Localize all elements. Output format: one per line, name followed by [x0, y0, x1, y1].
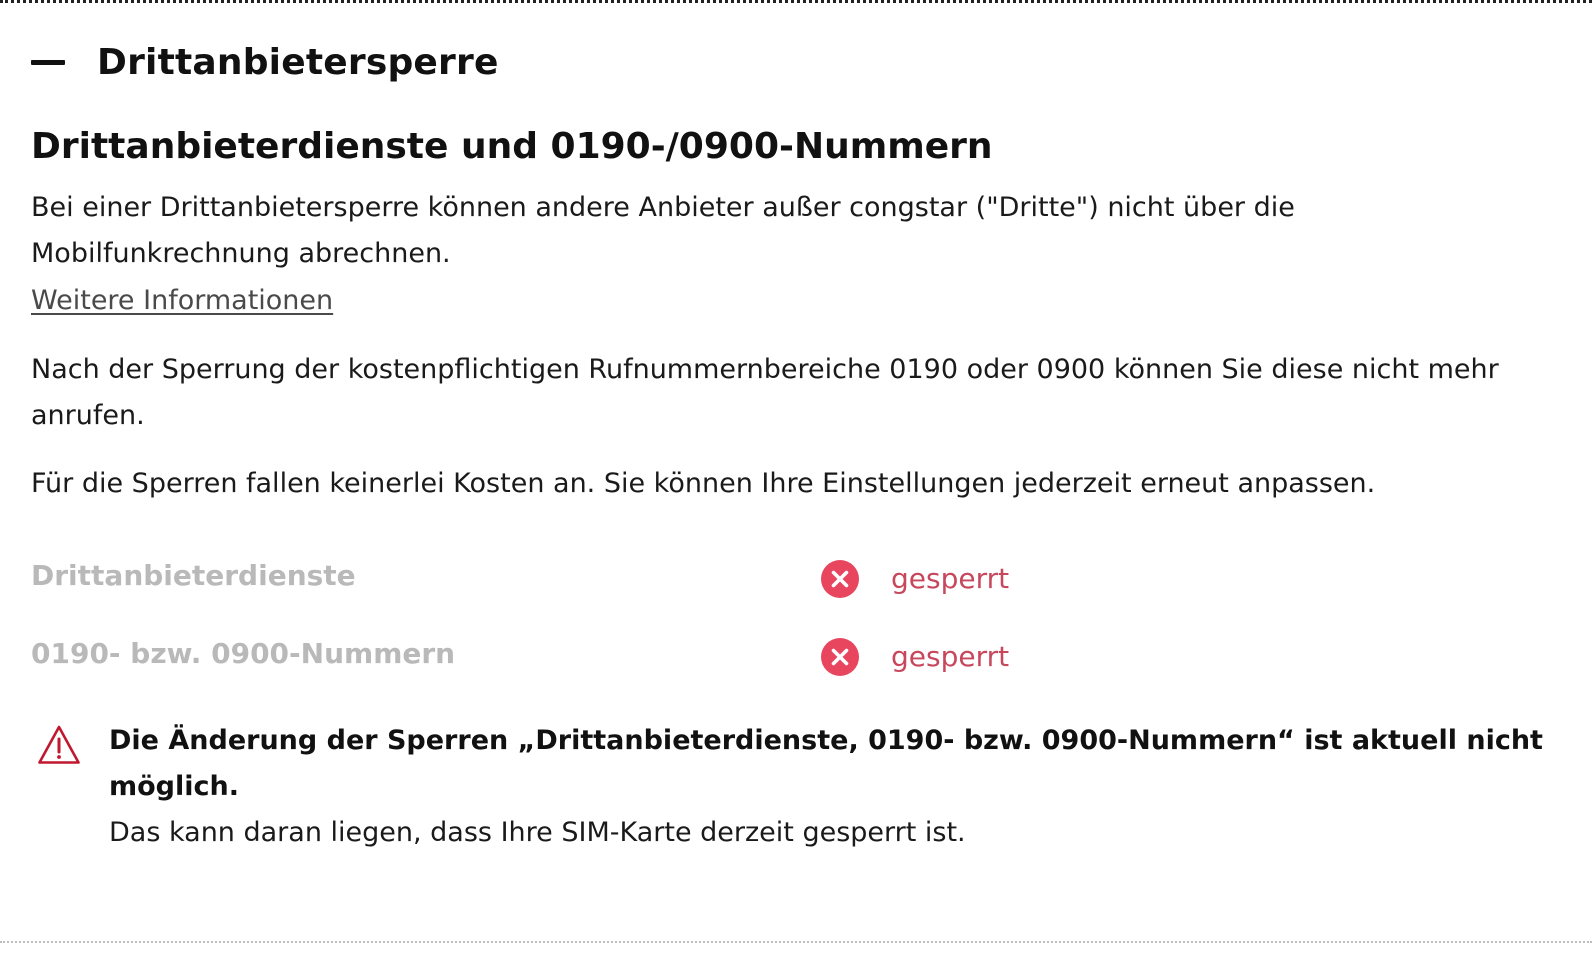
collapse-minus-icon[interactable] — [31, 45, 65, 79]
block-row-third-party: Drittanbieterdienste gesperrt — [31, 556, 1131, 598]
warning-title: Die Änderung der Sperren „Drittanbieterd… — [109, 725, 1543, 802]
intro-paragraph: Bei einer Drittanbietersperre können and… — [31, 192, 1295, 269]
block-status: gesperrt — [891, 640, 1010, 673]
block-label: Drittanbieterdienste — [31, 559, 356, 592]
block-status: gesperrt — [891, 562, 1010, 595]
accordion-header[interactable]: Drittanbietersperre — [31, 36, 499, 88]
blocked-x-circle-icon — [821, 560, 859, 598]
more-info-link[interactable]: Weitere Informationen — [31, 278, 333, 324]
warning-message: Die Änderung der Sperren „Drittanbieterd… — [109, 718, 1549, 856]
accordion-title[interactable]: Drittanbietersperre — [97, 42, 499, 83]
bottom-divider — [0, 941, 1592, 943]
block-label: 0190- bzw. 0900-Nummern — [31, 637, 456, 670]
cost-info-paragraph: Für die Sperren fallen keinerlei Kosten … — [31, 468, 1376, 499]
block-row-premium-numbers: 0190- bzw. 0900-Nummern gesperrt — [31, 634, 1131, 676]
warning-triangle-icon — [38, 725, 80, 764]
number-block-paragraph: Nach der Sperrung der kostenpflichtigen … — [31, 354, 1499, 431]
blocked-x-circle-icon — [821, 638, 859, 676]
section-heading: Drittanbieterdienste und 0190-/0900-Numm… — [31, 126, 993, 167]
top-divider — [0, 0, 1592, 3]
warning-text: Das kann daran liegen, dass Ihre SIM-Kar… — [109, 817, 966, 848]
